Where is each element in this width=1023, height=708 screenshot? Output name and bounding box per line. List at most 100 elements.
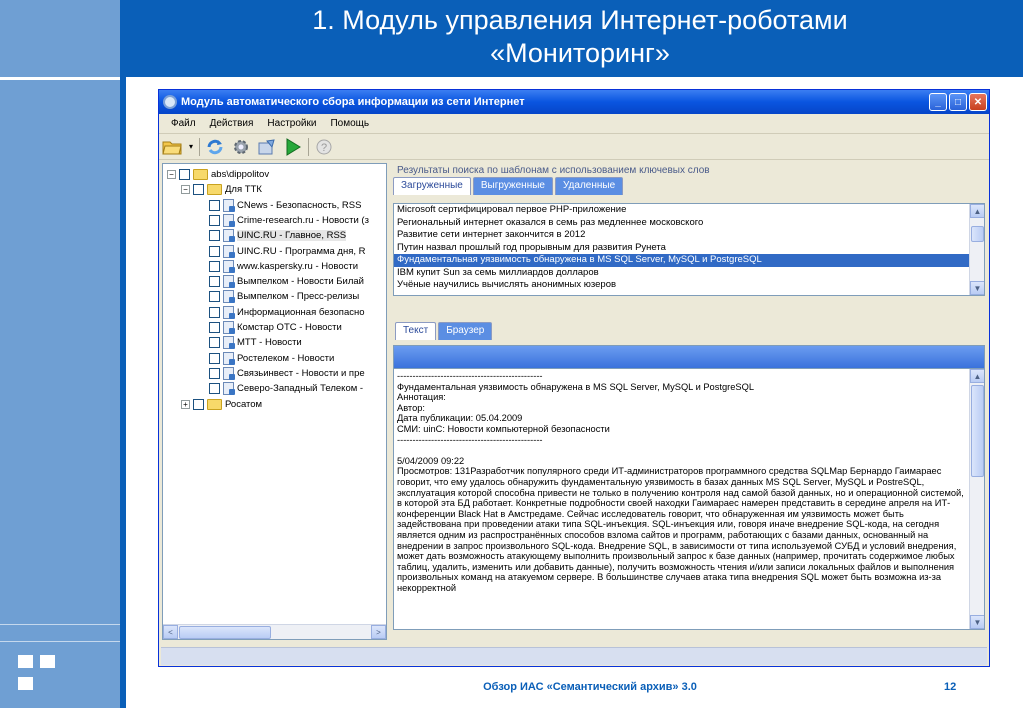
tree-item-label: Информационная безопасно bbox=[237, 306, 365, 318]
scroll-thumb[interactable] bbox=[971, 385, 984, 477]
tree-checkbox[interactable] bbox=[209, 199, 220, 211]
tree-item[interactable]: Связьинвест - Новости и пре bbox=[209, 366, 365, 381]
left-decor-strip bbox=[0, 77, 120, 708]
tree-item[interactable]: + Росатом bbox=[181, 397, 262, 412]
tree-checkbox[interactable] bbox=[209, 260, 220, 272]
tab-text[interactable]: Текст bbox=[395, 322, 437, 340]
rss-document-icon bbox=[223, 275, 235, 289]
scroll-thumb[interactable] bbox=[179, 625, 271, 639]
collapse-icon[interactable]: − bbox=[167, 170, 176, 179]
tab-deleted[interactable]: Удаленные bbox=[554, 177, 624, 195]
tab-browser[interactable]: Браузер bbox=[438, 322, 493, 340]
minimize-button[interactable]: _ bbox=[929, 93, 947, 111]
rss-document-icon bbox=[223, 290, 235, 304]
menu-settings[interactable]: Настройки bbox=[267, 118, 316, 129]
tree-checkbox[interactable] bbox=[209, 245, 220, 257]
dropdown-arrow-icon[interactable]: ▾ bbox=[187, 137, 195, 157]
tree-checkbox[interactable] bbox=[209, 337, 220, 349]
rss-document-icon bbox=[223, 305, 235, 319]
result-row[interactable]: Microsoft сертифицировал первое PHP-прил… bbox=[394, 204, 984, 217]
help-icon[interactable]: ? bbox=[313, 137, 335, 157]
tree-checkbox[interactable] bbox=[193, 398, 204, 410]
app-window: Модуль автоматического сбора информации … bbox=[158, 89, 990, 667]
result-row[interactable]: Региональный интернет оказался в семь ра… bbox=[394, 217, 984, 230]
tab-unloaded[interactable]: Выгруженные bbox=[472, 177, 553, 195]
tree-checkbox[interactable] bbox=[209, 352, 220, 364]
tree-checkbox[interactable] bbox=[179, 169, 190, 180]
folder-icon bbox=[207, 184, 222, 196]
result-row[interactable]: Фундаментальная уязвимость обнаружена в … bbox=[394, 254, 984, 267]
detail-header-bar bbox=[393, 345, 985, 369]
rss-document-icon bbox=[223, 321, 235, 334]
tree-item[interactable]: Crime-research.ru - Новости (з bbox=[209, 213, 369, 228]
results-vertical-scrollbar[interactable]: ▲ ▼ bbox=[969, 204, 984, 295]
detail-tabs: Текст Браузер bbox=[393, 322, 493, 340]
article-text: ----------------------------------------… bbox=[393, 368, 985, 630]
tree-checkbox[interactable] bbox=[209, 367, 220, 379]
article-line bbox=[397, 445, 966, 456]
tree-item[interactable]: Ростелеком - Новости bbox=[209, 351, 334, 366]
tree-item[interactable]: CNews - Безопасность, RSS bbox=[209, 198, 361, 213]
toolbar: ▾ ? bbox=[159, 134, 989, 160]
tab-loaded[interactable]: Загруженные bbox=[393, 177, 471, 195]
tree-item-label: Для ТТК bbox=[225, 184, 262, 196]
scroll-down-arrow[interactable]: ▼ bbox=[970, 615, 984, 629]
tree-checkbox[interactable] bbox=[209, 214, 220, 226]
tree-item[interactable]: Северо-Западный Телеком - bbox=[209, 381, 363, 396]
window-title: Модуль автоматического сбора информации … bbox=[181, 96, 525, 108]
scroll-down-arrow[interactable]: ▼ bbox=[970, 281, 984, 295]
window-titlebar[interactable]: Модуль автоматического сбора информации … bbox=[159, 90, 989, 114]
scroll-up-arrow[interactable]: ▲ bbox=[970, 369, 984, 383]
article-line: 5/04/2009 09:22 bbox=[397, 455, 465, 466]
refresh-icon[interactable] bbox=[204, 137, 226, 157]
scroll-left-arrow[interactable]: < bbox=[163, 625, 178, 639]
tree-checkbox[interactable] bbox=[209, 276, 220, 288]
tree-item-label: Комстар ОТС - Новости bbox=[237, 322, 342, 333]
tree-item[interactable]: UINC.RU - Программа дня, R bbox=[209, 244, 366, 259]
play-icon[interactable] bbox=[282, 137, 304, 157]
tree-checkbox[interactable] bbox=[209, 306, 220, 318]
tree-item-label: CNews - Безопасность, RSS bbox=[237, 199, 362, 211]
article-line: ----------------------------------------… bbox=[397, 371, 543, 381]
result-row[interactable]: IBM купит Sun за семь миллиардов долларо… bbox=[394, 267, 984, 280]
scroll-thumb[interactable] bbox=[971, 226, 984, 242]
article-vertical-scrollbar[interactable]: ▲ ▼ bbox=[969, 369, 984, 629]
tools-icon[interactable] bbox=[256, 137, 278, 157]
rss-document-icon bbox=[223, 213, 235, 227]
tree-item[interactable]: Комстар ОТС - Новости bbox=[209, 320, 342, 335]
slide-footer: Обзор ИАС «Семантический архив» 3.0 bbox=[483, 681, 697, 693]
scroll-right-arrow[interactable]: > bbox=[371, 625, 386, 639]
tree-item[interactable]: Информационная безопасно bbox=[209, 305, 365, 320]
collapse-icon[interactable]: − bbox=[181, 185, 190, 195]
tree-item[interactable]: МТТ - Новости bbox=[209, 335, 302, 350]
tree-checkbox[interactable] bbox=[209, 322, 220, 333]
rss-document-icon bbox=[223, 244, 235, 258]
tree-item[interactable]: UINC.RU - Главное, RSS bbox=[209, 228, 347, 243]
scroll-up-arrow[interactable]: ▲ bbox=[970, 204, 984, 218]
tree-checkbox[interactable] bbox=[193, 184, 204, 196]
rss-document-icon bbox=[223, 351, 235, 365]
toolbar-separator bbox=[199, 137, 200, 156]
result-row[interactable]: Учёные научились вычислять анонимных юзе… bbox=[394, 279, 984, 292]
tree-checkbox[interactable] bbox=[209, 383, 220, 395]
tree-item[interactable]: − abs\dippolitov bbox=[167, 167, 269, 182]
close-button[interactable]: ✕ bbox=[969, 93, 987, 111]
tree-checkbox[interactable] bbox=[209, 230, 220, 242]
left-strip-separator bbox=[0, 77, 126, 80]
menu-actions[interactable]: Действия bbox=[210, 118, 254, 129]
expand-icon[interactable]: + bbox=[181, 399, 190, 409]
menu-file[interactable]: Файл bbox=[171, 118, 196, 129]
result-row[interactable]: Путин назвал прошлый год прорывным для р… bbox=[394, 242, 984, 255]
tree-item-label: Северо-Западный Телеком - bbox=[237, 383, 364, 395]
settings-gear-icon[interactable] bbox=[230, 137, 252, 157]
tree-horizontal-scrollbar[interactable]: < > bbox=[163, 624, 386, 639]
result-row[interactable]: Развитие сети интернет закончится в 2012 bbox=[394, 229, 984, 242]
maximize-button[interactable]: □ bbox=[949, 93, 967, 111]
tree-checkbox[interactable] bbox=[209, 291, 220, 303]
tree-item[interactable]: Вымпелком - Пресс-релизы bbox=[209, 289, 359, 304]
menu-help[interactable]: Помощь bbox=[330, 118, 369, 129]
tree-item[interactable]: − Для ТТК bbox=[181, 182, 262, 197]
tree-item[interactable]: Вымпелком - Новости Билай bbox=[209, 274, 364, 289]
tree-item[interactable]: www.kaspersky.ru - Новости bbox=[209, 259, 358, 274]
folder-icon[interactable] bbox=[161, 137, 183, 157]
